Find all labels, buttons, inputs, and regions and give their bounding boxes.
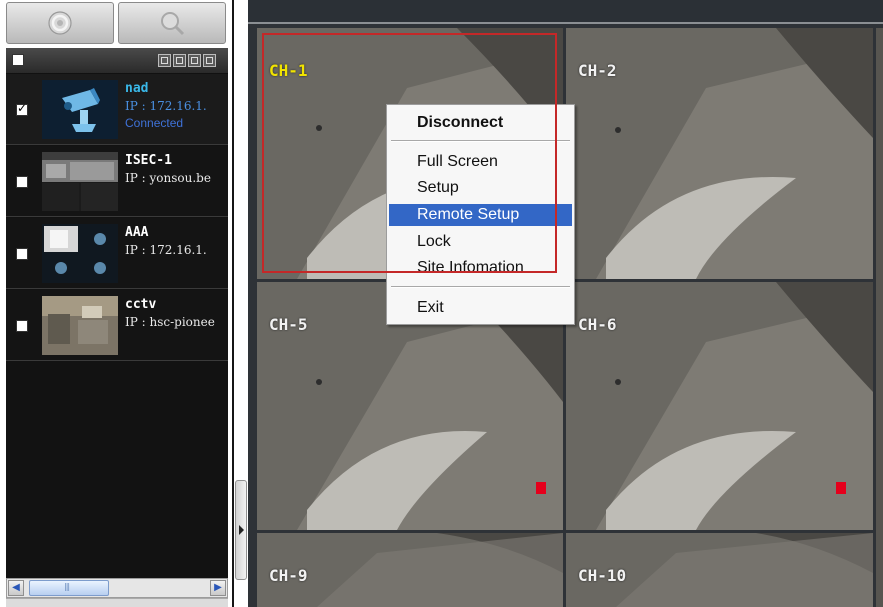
settings-button[interactable] [6, 2, 114, 44]
site-name: AAA [125, 225, 149, 240]
menu-item-lock[interactable]: Lock [389, 231, 572, 253]
layout-icon[interactable] [203, 54, 216, 67]
site-ip: IP : hsc-pionee [125, 315, 215, 329]
site-thumbnail [42, 296, 118, 355]
site-item-nad[interactable]: nad IP : 172.16.1. Connected [6, 74, 228, 145]
site-thumbnail [42, 224, 118, 283]
menu-item-disconnect[interactable]: Disconnect [389, 112, 572, 134]
horizontal-scrollbar[interactable]: ◀ ▶ [6, 578, 228, 598]
menu-separator [391, 286, 570, 288]
gear-icon [48, 11, 72, 35]
channel-context-menu: Disconnect Full Screen Setup Remote Setu… [386, 104, 575, 325]
menu-item-setup[interactable]: Setup [389, 177, 572, 199]
menu-item-exit[interactable]: Exit [389, 297, 572, 319]
site-name: cctv [125, 297, 157, 312]
site-checkbox[interactable] [16, 101, 28, 116]
menu-item-full-screen[interactable]: Full Screen [389, 151, 572, 173]
grid-toolbar [248, 0, 883, 24]
site-item-aaa[interactable]: AAA IP : 172.16.1. [6, 218, 228, 289]
record-indicator [836, 482, 846, 494]
scroll-left-icon[interactable]: ◀ [8, 580, 24, 596]
layout-icon[interactable] [188, 54, 201, 67]
site-checkbox[interactable] [16, 176, 28, 188]
channel-label: CH-2 [578, 61, 617, 80]
grid-edge [876, 28, 883, 607]
site-checkbox[interactable] [16, 320, 28, 332]
collapse-panel-button[interactable] [235, 480, 247, 580]
site-panel: nad IP : 172.16.1. Connected ISEC-1 IP :… [0, 0, 232, 607]
site-ip: IP : 172.16.1. [125, 99, 207, 113]
scrollbar-thumb[interactable] [29, 580, 109, 596]
site-item-isec-1[interactable]: ISEC-1 IP : yonsou.be [6, 146, 228, 217]
channel-tile-ch-10[interactable]: CH-10 [566, 533, 873, 607]
panel-footer [6, 598, 228, 607]
zoom-icon [161, 12, 185, 36]
site-status: Connected [125, 116, 184, 130]
site-list-header [6, 48, 228, 74]
site-name: nad [125, 81, 149, 96]
record-indicator [536, 482, 546, 494]
channel-label: CH-9 [269, 566, 308, 585]
site-ip: IP : 172.16.1. [125, 243, 207, 257]
site-ip: IP : yonsou.be [125, 171, 211, 185]
camera-icon [42, 80, 118, 139]
site-checkbox[interactable] [16, 248, 28, 260]
scroll-right-icon[interactable]: ▶ [210, 580, 226, 596]
channel-tile-ch-9[interactable]: CH-9 [257, 533, 563, 607]
channel-label: CH-5 [269, 315, 308, 334]
layout-icon[interactable] [158, 54, 171, 67]
channel-tile-ch-2[interactable]: CH-2 [566, 28, 873, 279]
site-list: nad IP : 172.16.1. Connected ISEC-1 IP :… [6, 74, 228, 578]
site-name: ISEC-1 [125, 153, 172, 168]
layout-buttons [158, 54, 216, 67]
menu-item-remote-setup[interactable]: Remote Setup [389, 204, 572, 226]
layout-icon[interactable] [173, 54, 186, 67]
menu-separator [391, 140, 570, 142]
menu-item-site-information[interactable]: Site Infomation [389, 257, 572, 279]
channel-label: CH-1 [269, 61, 308, 80]
site-item-cctv[interactable]: cctv IP : hsc-pionee [6, 290, 228, 361]
panel-splitter[interactable] [232, 0, 248, 607]
site-thumbnail [42, 152, 118, 211]
select-all-checkbox[interactable] [12, 54, 24, 66]
channel-tile-ch-6[interactable]: CH-6 [566, 282, 873, 530]
channel-label: CH-6 [578, 315, 617, 334]
zoom-button[interactable] [118, 2, 226, 44]
channel-label: CH-10 [578, 566, 627, 585]
